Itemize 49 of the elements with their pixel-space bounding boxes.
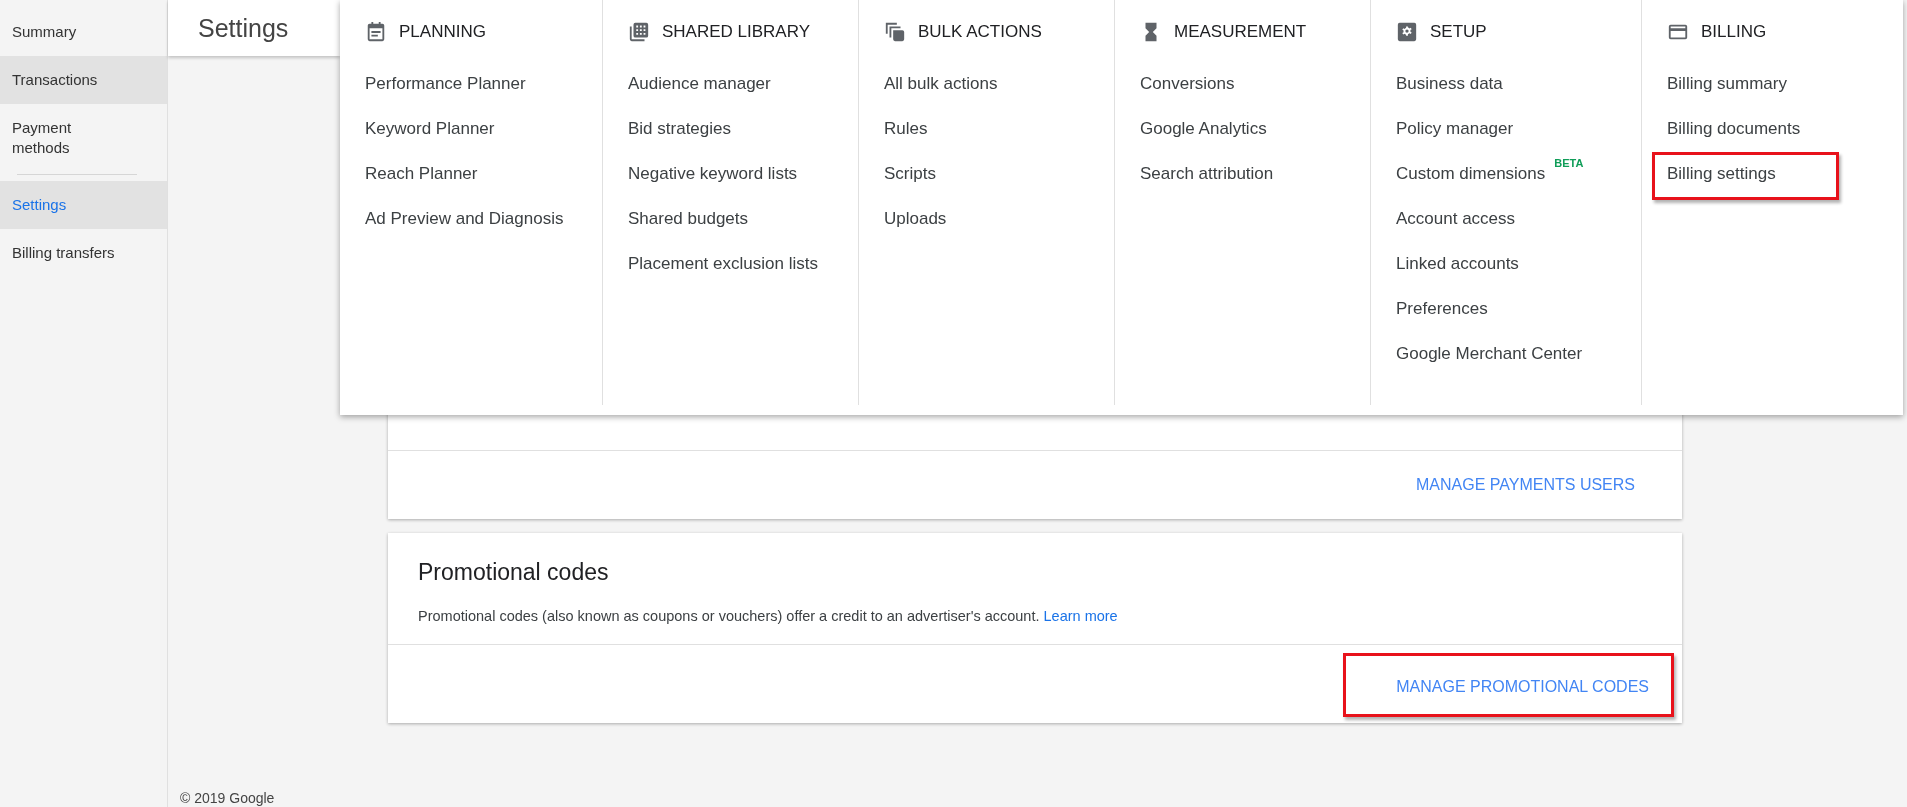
- menu-item[interactable]: Rules: [881, 107, 931, 151]
- menu-item[interactable]: Performance Planner: [362, 62, 529, 106]
- menu-heading: SHARED LIBRARY: [662, 22, 810, 42]
- manage-promotional-codes-link[interactable]: MANAGE PROMOTIONAL CODES: [1343, 653, 1674, 717]
- menu-item[interactable]: Policy manager: [1393, 107, 1517, 151]
- menu-item[interactable]: Google Merchant Center: [1393, 332, 1586, 376]
- menu-item[interactable]: Bid strategies: [625, 107, 734, 151]
- menu-item[interactable]: Linked accounts: [1393, 242, 1522, 286]
- menu-item[interactable]: Preferences: [1393, 287, 1491, 331]
- copyright-text: © 2019 Google: [179, 789, 276, 807]
- sidebar-item[interactable]: Payment methods: [0, 104, 114, 172]
- menu-heading: BILLING: [1701, 22, 1767, 42]
- sidebar-item[interactable]: Billing transfers: [0, 229, 167, 277]
- settings-icon: [1396, 21, 1418, 43]
- library-grid-icon: [628, 21, 650, 43]
- beta-label: BETA: [1554, 157, 1584, 169]
- sidebar-item[interactable]: Settings: [0, 181, 167, 229]
- sidebar-item[interactable]: Transactions: [0, 56, 167, 104]
- menu-item[interactable]: Account access: [1393, 197, 1519, 241]
- card-title: Promotional codes: [418, 559, 610, 586]
- menu-item[interactable]: Billing settings: [1652, 152, 1839, 200]
- menu-item[interactable]: Google Analytics: [1137, 107, 1270, 151]
- menu-item[interactable]: Shared budgets: [625, 197, 752, 241]
- page-title: Settings: [198, 13, 289, 43]
- menu-item[interactable]: Billing summary: [1664, 62, 1790, 106]
- menu-item[interactable]: Business data: [1393, 62, 1506, 106]
- menu-item[interactable]: Search attribution: [1137, 152, 1277, 196]
- menu-item[interactable]: Custom dimensions: [1393, 152, 1549, 196]
- menu-heading: BULK ACTIONS: [918, 22, 1042, 42]
- calendar-icon: [365, 21, 387, 43]
- menu-item[interactable]: Billing documents: [1664, 107, 1804, 151]
- card-description: Promotional codes (also known as coupons or vouchers) offer a credit to an advertiser's account.: [418, 608, 1040, 624]
- sidebar-item[interactable]: Summary: [0, 8, 167, 56]
- menu-heading: SETUP: [1430, 22, 1487, 42]
- menu-item[interactable]: Placement exclusion lists: [625, 242, 821, 286]
- learn-more-link[interactable]: Learn more: [1043, 608, 1118, 624]
- stacked-squares-icon: [884, 21, 906, 43]
- menu-item[interactable]: All bulk actions: [881, 62, 1001, 106]
- menu-item[interactable]: Reach Planner: [362, 152, 481, 196]
- menu-item[interactable]: Audience manager: [625, 62, 774, 106]
- menu-heading: MEASUREMENT: [1174, 22, 1307, 42]
- menu-item[interactable]: Uploads: [881, 197, 950, 241]
- menu-item[interactable]: Negative keyword lists: [625, 152, 801, 196]
- manage-payments-users-link[interactable]: MANAGE PAYMENTS USERS: [1399, 459, 1652, 511]
- menu-item[interactable]: Keyword Planner: [362, 107, 498, 151]
- menu-item[interactable]: Scripts: [881, 152, 939, 196]
- menu-item[interactable]: Conversions: [1137, 62, 1238, 106]
- menu-heading: PLANNING: [399, 22, 486, 42]
- menu-item[interactable]: Ad Preview and Diagnosis: [362, 197, 567, 241]
